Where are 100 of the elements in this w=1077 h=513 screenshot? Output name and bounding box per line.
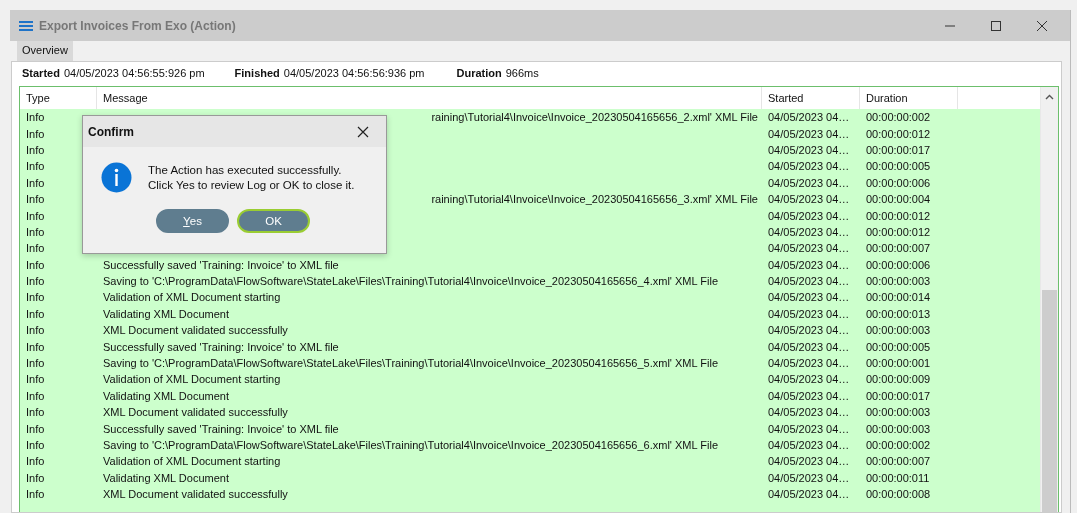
table-cell-text: 00:00:00:009 <box>865 373 932 386</box>
table-cell-text: 04/05/2023 04… <box>767 258 851 271</box>
table-cell-text: 00:00:00:012 <box>865 209 932 222</box>
table-cell-text: 04/05/2023 04… <box>767 176 851 189</box>
table-cell-text: 04/05/2023 04… <box>767 357 851 370</box>
table-cell-text: 04/05/2023 04… <box>767 455 851 468</box>
table-cell-text: Info <box>25 373 46 386</box>
table-cell: Successfully saved 'Training: Invoice' to XML file <box>103 340 339 353</box>
table-cell-text: 00:00:00:014 <box>865 291 932 304</box>
table-cell-text: Info <box>25 275 46 288</box>
table-cell-text: Info <box>25 160 46 173</box>
table-cell-text: 04/05/2023 04… <box>767 422 851 435</box>
table-cell-text: Info <box>25 193 46 206</box>
table-cell-text: Info <box>25 258 46 271</box>
table-cell: Saving to 'C:\ProgramData\FlowSoftware\StateLake\Files\Training\Tutorial4\Invoice\Invoice_20230504165656_5.xml' XML File <box>103 357 719 370</box>
table-cell-text: 04/05/2023 04… <box>767 373 851 386</box>
dialog-button[interactable]: OK <box>237 209 310 233</box>
dialog-message: The Action has executed successfully. Click Yes to review Log or OK to close it. <box>148 162 355 193</box>
table-cell-text: 00:00:00:017 <box>865 143 932 156</box>
menu-icon[interactable] <box>19 20 33 31</box>
table-cell-text: 04/05/2023 04… <box>767 193 851 206</box>
table-cell-text: Info <box>25 225 46 238</box>
table-cell: Validation of XML Document starting <box>103 291 281 304</box>
table-cell-text: 04/05/2023 04… <box>767 111 851 124</box>
table-cell-text: 04/05/2023 04… <box>767 225 851 238</box>
table-cell: XML Document validated successfully <box>103 406 288 419</box>
table-cell-text: Info <box>25 291 46 304</box>
table-cell: raining\Tutorial4\Invoice\Invoice_20230504165656_3.xml' XML File <box>431 193 758 206</box>
scroll-up-icon[interactable] <box>1045 94 1054 100</box>
summary-label: Started <box>22 67 60 79</box>
table-cell: Validation of XML Document starting <box>103 373 281 386</box>
table-cell: Validating XML Document <box>103 307 229 320</box>
table-cell-text: Info <box>25 471 46 484</box>
scrollbar[interactable] <box>1040 87 1058 512</box>
table-cell-text: Info <box>25 324 46 337</box>
table-cell-text: Info <box>25 439 46 451</box>
maximize-icon[interactable] <box>990 19 1002 32</box>
table-cell: Validating XML Document <box>103 471 229 484</box>
table-cell-text: Info <box>25 111 46 124</box>
table-cell: Saving to 'C:\ProgramData\FlowSoftware\StateLake\Files\Training\Tutorial4\Invoice\Invoice_20230504165656_4.xml' XML File <box>103 275 719 288</box>
scroll-thumb[interactable] <box>1042 290 1057 512</box>
table-cell-text: 00:00:00:003 <box>865 275 932 288</box>
table-cell-text: 00:00:00:006 <box>865 176 932 189</box>
table-cell-text: 00:00:00:017 <box>865 389 932 402</box>
table-cell-text: 00:00:00:007 <box>865 242 932 255</box>
table-cell-text: Info <box>25 242 46 255</box>
table-cell-text: 00:00:00:001 <box>865 357 932 370</box>
table-cell-text: Info <box>25 340 46 353</box>
table-cell-text: 04/05/2023 04… <box>767 291 851 304</box>
table-cell-text: 04/05/2023 04… <box>767 439 851 451</box>
table-cell: raining\Tutorial4\Invoice\Invoice_20230504165656_2.xml' XML File <box>431 111 758 124</box>
table-cell-text: Info <box>25 176 46 189</box>
table-cell-text: 00:00:00:012 <box>865 225 932 238</box>
table-cell: XML Document validated successfully <box>103 488 288 501</box>
dialog-button[interactable]: Yes <box>156 209 229 233</box>
table-cell-text: Info <box>25 357 46 370</box>
tab[interactable]: Overview <box>17 41 73 61</box>
table-cell-text: 00:00:00:013 <box>865 307 932 320</box>
table-cell-text: 00:00:00:006 <box>865 258 932 271</box>
table-cell-text: 00:00:00:005 <box>865 160 932 173</box>
table-cell-text: 00:00:00:002 <box>865 111 932 124</box>
table-cell-text: 00:00:00:012 <box>865 127 932 140</box>
table-cell: Saving to 'C:\ProgramData\FlowSoftware\StateLake\Files\Training\Tutorial4\Invoice\Invoice_20230504165656_6.xml' XML File <box>103 439 719 451</box>
table-cell-text: 00:00:00:003 <box>865 422 932 435</box>
table-cell: XML Document validated successfully <box>103 324 288 337</box>
window-title: Export Invoices From Exo (Action) <box>39 18 236 33</box>
table-cell-text: 00:00:00:008 <box>865 488 932 501</box>
summary-label: Finished <box>234 67 280 79</box>
table-cell-text: 04/05/2023 04… <box>767 488 851 501</box>
close-icon[interactable] <box>357 125 369 138</box>
table-cell-text: 00:00:00:003 <box>865 324 932 337</box>
summary-value: 966ms <box>505 67 539 79</box>
table-cell-text: 04/05/2023 04… <box>767 406 851 419</box>
table-cell-text: 00:00:00:002 <box>865 439 932 451</box>
table-cell-text: 04/05/2023 04… <box>767 389 851 402</box>
table-cell-text: 04/05/2023 04… <box>767 242 851 255</box>
table-cell-text: 00:00:00:007 <box>865 455 932 468</box>
table-cell-text: Info <box>25 455 46 468</box>
table-cell: Successfully saved 'Training: Invoice' to XML file <box>103 258 339 271</box>
table-cell-text: 00:00:00:003 <box>865 406 932 419</box>
table-cell: Successfully saved 'Training: Invoice' to XML file <box>103 422 339 435</box>
table-cell: Validation of XML Document starting <box>103 455 281 468</box>
table-cell-text: 04/05/2023 04… <box>767 160 851 173</box>
table-cell-text: 04/05/2023 04… <box>767 127 851 140</box>
info-icon <box>101 162 132 193</box>
table-cell-text: 00:00:00:005 <box>865 340 932 353</box>
table-cell-text: 04/05/2023 04… <box>767 471 851 484</box>
table-cell-text: 04/05/2023 04… <box>767 209 851 222</box>
table-cell-text: 04/05/2023 04… <box>767 340 851 353</box>
summary-value: 04/05/2023 04:56:56:936 pm <box>283 67 425 79</box>
dialog-title: Confirm <box>88 124 134 139</box>
summary-value: 04/05/2023 04:56:55:926 pm <box>63 67 205 79</box>
table-cell-text: 04/05/2023 04… <box>767 324 851 337</box>
close-icon[interactable] <box>1036 19 1048 32</box>
table-cell-text: 04/05/2023 04… <box>767 307 851 320</box>
table-cell-text: Info <box>25 389 46 402</box>
table-cell-text: 00:00:00:011 <box>865 471 931 484</box>
table-cell-text: 00:00:00:004 <box>865 193 932 206</box>
table-cell-text: Info <box>25 422 46 435</box>
table-cell-text: Info <box>25 406 46 419</box>
